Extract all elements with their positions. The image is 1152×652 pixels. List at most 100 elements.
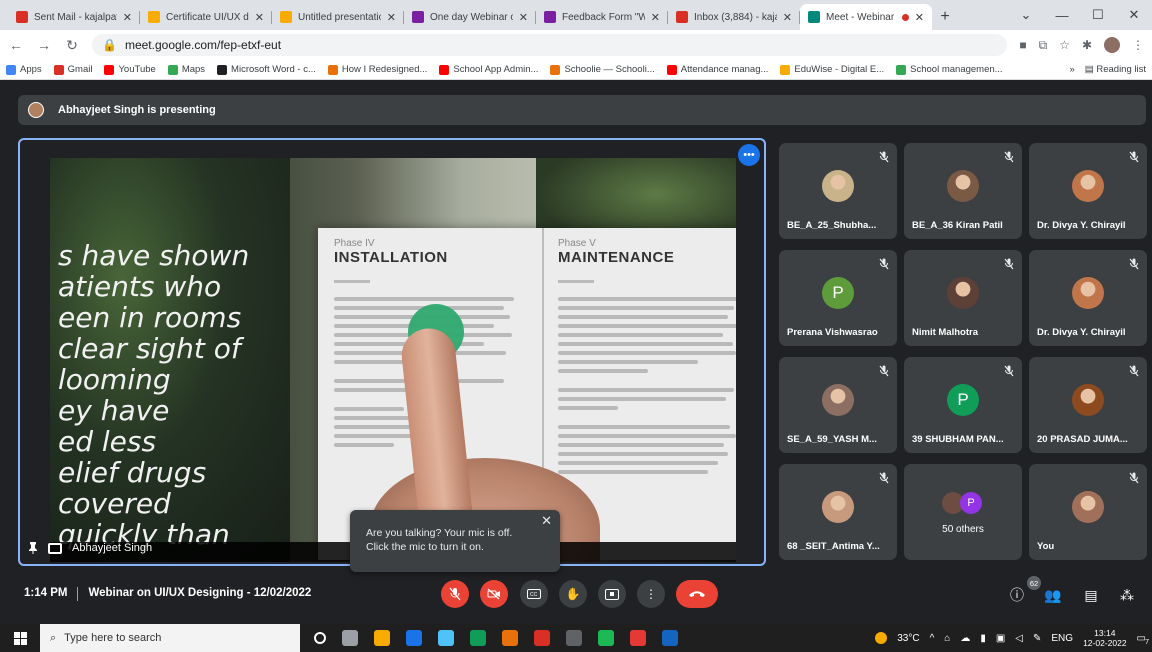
raise-hand-button[interactable]: ✋ bbox=[559, 580, 587, 608]
lock-icon[interactable]: 🔒 bbox=[102, 38, 117, 52]
minimize-button[interactable]: — bbox=[1044, 0, 1080, 30]
mail-icon[interactable] bbox=[406, 630, 422, 646]
close-window-button[interactable]: ✕ bbox=[1116, 0, 1152, 30]
chat-icon[interactable]: ▤ bbox=[1080, 584, 1102, 606]
app-icon[interactable] bbox=[566, 630, 582, 646]
weather-icon[interactable] bbox=[875, 632, 888, 644]
mic-toggle-button[interactable] bbox=[441, 580, 469, 608]
browser-tab[interactable]: Untitled presentation ✕ bbox=[272, 4, 404, 30]
dropbox-icon[interactable] bbox=[438, 630, 454, 646]
url-text: meet.google.com/fep-etxf-eut bbox=[124, 38, 282, 52]
volume-icon[interactable]: ◁ bbox=[1015, 633, 1023, 644]
participant-tile[interactable]: BE_A_25_Shubha... bbox=[779, 143, 897, 239]
star-icon[interactable]: ☆ bbox=[1059, 38, 1070, 52]
url-input[interactable]: 🔒 meet.google.com/fep-etxf-eut bbox=[92, 34, 1008, 56]
participant-tile[interactable]: P Prerana Vishwasrao bbox=[779, 250, 897, 346]
edge-icon[interactable] bbox=[470, 630, 486, 646]
browser-tab[interactable]: One day Webinar on ✕ bbox=[404, 4, 536, 30]
network-icon[interactable]: ⌂ bbox=[944, 633, 950, 644]
bookmark-item[interactable]: Schoolie — Schooli... bbox=[550, 64, 655, 75]
bookmark-item[interactable]: EduWise - Digital E... bbox=[780, 64, 884, 75]
close-tab-icon[interactable]: ✕ bbox=[651, 11, 660, 24]
forward-icon[interactable]: → bbox=[36, 37, 52, 53]
spotify-icon[interactable] bbox=[598, 630, 614, 646]
close-tab-icon[interactable]: ✕ bbox=[783, 11, 792, 24]
bookmark-item[interactable]: Attendance manag... bbox=[666, 64, 768, 75]
more-bookmarks-icon[interactable]: » bbox=[1069, 64, 1074, 75]
cortana-icon[interactable] bbox=[314, 632, 326, 644]
file-explorer-icon[interactable] bbox=[374, 630, 390, 646]
notifications-icon[interactable]: ▭ 7 bbox=[1137, 633, 1149, 646]
cloud-icon[interactable]: ☁ bbox=[960, 633, 970, 644]
start-button[interactable] bbox=[0, 631, 40, 645]
participant-tile[interactable]: P 50 others bbox=[904, 464, 1022, 560]
tab-search-icon[interactable]: ⌄ bbox=[1008, 0, 1044, 30]
reading-list-button[interactable]: ▤ Reading list bbox=[1085, 64, 1146, 75]
share-icon[interactable]: ⧉ bbox=[1039, 38, 1048, 53]
office-icon[interactable] bbox=[534, 630, 550, 646]
system-tray: 33°C ^ ⌂ ☁ ▮ ▣ ◁ ✎ ENG 13:14 12-02-2022 … bbox=[875, 624, 1149, 652]
leave-call-button[interactable] bbox=[676, 580, 718, 608]
browser-tab[interactable]: Sent Mail - kajalpatel ✕ bbox=[8, 4, 140, 30]
bookmark-item[interactable]: School managemen... bbox=[896, 64, 1003, 75]
participant-tile[interactable]: 68 _SEIT_Antima Y... bbox=[779, 464, 897, 560]
participant-tile[interactable]: BE_A_36 Kiran Patil bbox=[904, 143, 1022, 239]
display-icon[interactable]: ▣ bbox=[996, 633, 1005, 644]
close-icon[interactable]: ✕ bbox=[541, 514, 552, 528]
camera-toggle-button[interactable] bbox=[480, 580, 508, 608]
participant-tile[interactable]: P 39 SHUBHAM PAN... bbox=[904, 357, 1022, 453]
reload-icon[interactable]: ↻ bbox=[64, 37, 80, 54]
pen-icon[interactable]: ✎ bbox=[1033, 633, 1041, 644]
participant-tile[interactable]: SE_A_59_YASH M... bbox=[779, 357, 897, 453]
close-tab-icon[interactable]: ✕ bbox=[387, 11, 396, 24]
info-icon[interactable]: ⓘ bbox=[1006, 584, 1028, 606]
tab-title: Untitled presentation bbox=[298, 11, 381, 23]
participant-tile[interactable]: You bbox=[1029, 464, 1147, 560]
profile-avatar[interactable] bbox=[1104, 37, 1120, 53]
bookmark-item[interactable]: School App Admin... bbox=[439, 64, 538, 75]
close-tab-icon[interactable]: ✕ bbox=[519, 11, 528, 24]
extensions-icon[interactable]: ✱ bbox=[1082, 38, 1092, 52]
close-tab-icon[interactable]: ✕ bbox=[123, 11, 132, 24]
bookmark-item[interactable]: Maps bbox=[167, 64, 205, 75]
more-options-button[interactable]: ⋮ bbox=[637, 580, 665, 608]
clock[interactable]: 13:14 12-02-2022 bbox=[1083, 628, 1126, 648]
browser-tab[interactable]: Meet - Webinar ✕ bbox=[800, 4, 932, 30]
taskbar-search-input[interactable]: ⌕ Type here to search bbox=[40, 624, 300, 652]
browser-tab[interactable]: Feedback Form "Wel ✕ bbox=[536, 4, 668, 30]
menu-kebab-icon[interactable]: ⋮ bbox=[1132, 38, 1144, 52]
bookmark-item[interactable]: Gmail bbox=[53, 64, 92, 75]
back-icon[interactable]: ← bbox=[8, 37, 24, 53]
battery-icon[interactable]: ▮ bbox=[980, 633, 986, 644]
app-icon[interactable] bbox=[630, 630, 646, 646]
participant-tile[interactable]: Dr. Divya Y. Chirayil bbox=[1029, 143, 1147, 239]
pin-icon[interactable] bbox=[28, 542, 38, 554]
people-icon[interactable]: 👥 bbox=[1042, 584, 1064, 606]
mic-muted-icon bbox=[879, 472, 889, 484]
chrome-icon[interactable] bbox=[502, 630, 518, 646]
present-button[interactable] bbox=[598, 580, 626, 608]
browser-tab[interactable]: Certificate UI/UX design ✕ bbox=[140, 4, 272, 30]
captions-button[interactable]: CC bbox=[520, 580, 548, 608]
activities-icon[interactable]: ⁂ bbox=[1116, 584, 1138, 606]
more-options-icon[interactable]: ••• bbox=[738, 144, 760, 166]
participant-tile[interactable]: 20 PRASAD JUMA... bbox=[1029, 357, 1147, 453]
word-icon[interactable] bbox=[662, 630, 678, 646]
new-tab-button[interactable]: + bbox=[932, 4, 958, 30]
close-tab-icon[interactable]: ✕ bbox=[255, 11, 264, 24]
presentation-stage[interactable]: s have shown atients who een in rooms clear… bbox=[18, 138, 766, 566]
show-hidden-icon[interactable]: ^ bbox=[930, 633, 935, 644]
close-tab-icon[interactable]: ✕ bbox=[915, 11, 924, 24]
bookmark-item[interactable]: Apps bbox=[6, 64, 42, 75]
bookmark-item[interactable]: YouTube bbox=[104, 64, 156, 75]
participant-tile[interactable]: Nimit Malhotra bbox=[904, 250, 1022, 346]
language[interactable]: ENG bbox=[1051, 633, 1073, 644]
meeting-time: 1:14 PM bbox=[24, 587, 68, 599]
participant-tile[interactable]: Dr. Divya Y. Chirayil bbox=[1029, 250, 1147, 346]
task-view-icon[interactable] bbox=[342, 630, 358, 646]
bookmark-item[interactable]: How I Redesigned... bbox=[327, 64, 427, 75]
camera-icon[interactable]: ■ bbox=[1019, 38, 1026, 52]
browser-tab[interactable]: Inbox (3,884) - kajal ✕ bbox=[668, 4, 800, 30]
maximize-button[interactable]: ☐ bbox=[1080, 0, 1116, 30]
bookmark-item[interactable]: Microsoft Word - c... bbox=[217, 64, 316, 75]
